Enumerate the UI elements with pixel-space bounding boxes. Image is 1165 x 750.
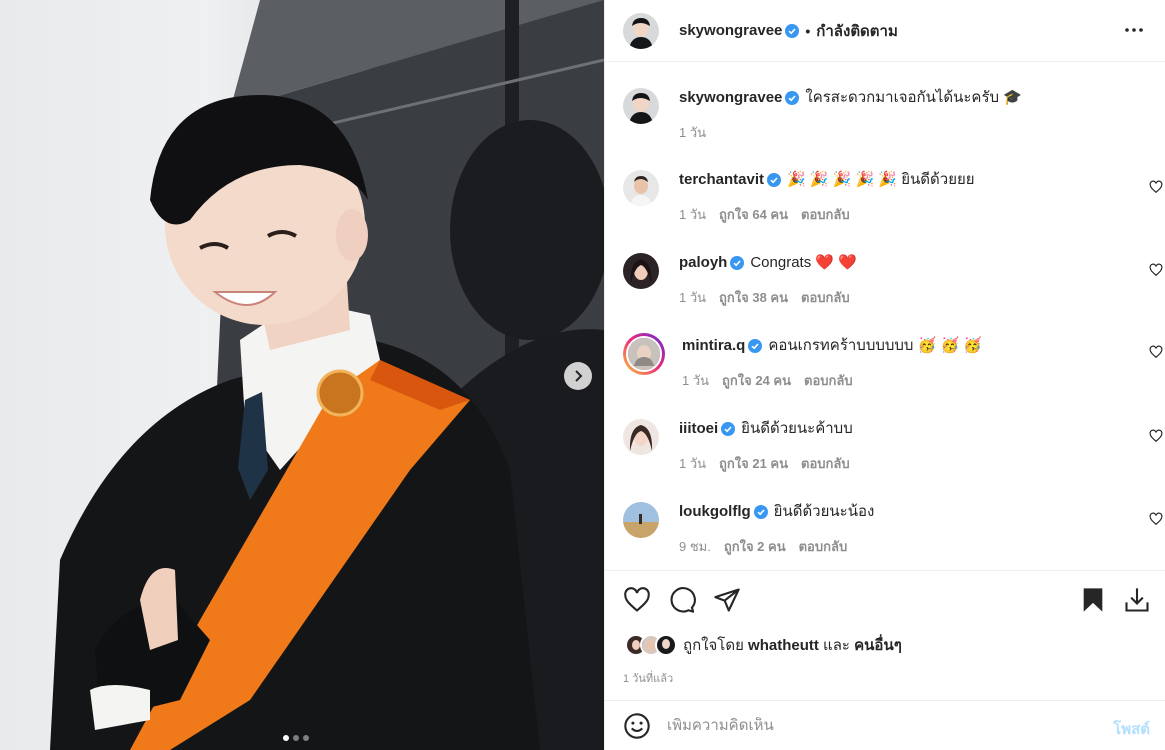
carousel-dot xyxy=(283,735,289,741)
heart-icon[interactable] xyxy=(1149,180,1163,194)
carousel-dot xyxy=(303,735,309,741)
comment-username[interactable]: loukgolflg xyxy=(679,502,751,522)
add-comment-bar: โพสต์ xyxy=(605,700,1165,750)
post-caption: skywongravee ใครสะดวกมาเจอกันได้นะครับ 🎓… xyxy=(623,88,1022,143)
commenter-avatar[interactable] xyxy=(623,170,659,206)
comment-username[interactable]: iiitoei xyxy=(679,419,718,439)
chevron-right-icon xyxy=(575,370,583,382)
post-timestamp: 1 วันที่แล้ว xyxy=(623,673,674,685)
share-icon[interactable] xyxy=(713,586,741,614)
header-separator: • xyxy=(805,22,811,39)
comment-icon[interactable] xyxy=(668,586,696,614)
reply-button[interactable]: ตอบกลับ xyxy=(801,453,850,474)
likes-prefix: ถูกใจโดย xyxy=(683,637,744,654)
download-icon[interactable] xyxy=(1123,586,1151,614)
likes-conjunction: และ xyxy=(823,637,850,654)
comment-time: 1 วัน xyxy=(679,290,707,305)
comment-text: 🎉 🎉 🎉 🎉 🎉 ยินดีด้วยยย xyxy=(787,171,975,188)
post-details-panel: skywongravee • กำลังติดตาม skywongravee xyxy=(604,0,1165,750)
comment-like-count[interactable]: ถูกใจ 64 คน xyxy=(719,204,788,225)
reply-button[interactable]: ตอบกลับ xyxy=(801,287,850,308)
comment-item: iiitoei ยินดีด้วยนะค้าบบ 1 วัน ถูกใจ 21 … xyxy=(623,419,1163,474)
comment-text: คอนเกรทคร้าบบบบบบ 🥳 🥳 🥳 xyxy=(768,337,982,354)
post-comment-button[interactable]: โพสต์ xyxy=(1113,717,1150,741)
author-avatar[interactable] xyxy=(623,12,659,49)
comment-item: loukgolflg ยินดีด้วยนะน้อง 9 ชม. ถูกใจ 2… xyxy=(623,502,1163,557)
heart-icon[interactable] xyxy=(1149,263,1163,277)
author-username[interactable]: skywongravee xyxy=(679,22,782,39)
commenter-avatar-story-ring[interactable] xyxy=(623,333,665,375)
heart-icon[interactable] xyxy=(1149,512,1163,526)
save-icon[interactable] xyxy=(1079,586,1107,614)
comment-like-count[interactable]: ถูกใจ 38 คน xyxy=(719,287,788,308)
verified-badge-icon xyxy=(753,505,768,519)
liker-username[interactable]: whatheutt xyxy=(748,637,819,654)
comment-time: 1 วัน xyxy=(679,207,707,222)
comment-text: Congrats ❤️ ❤️ xyxy=(750,254,857,271)
comment-item: terchantavit 🎉 🎉 🎉 🎉 🎉 ยินดีด้วยยย 1 วัน… xyxy=(623,170,1163,225)
heart-icon[interactable] xyxy=(1149,429,1163,443)
comment-like-count[interactable]: ถูกใจ 24 คน xyxy=(722,370,791,391)
post-header: skywongravee • กำลังติดตาม xyxy=(605,0,1165,62)
comments-list[interactable]: skywongravee ใครสะดวกมาเจอกันได้นะครับ 🎓… xyxy=(605,62,1165,570)
comment-text: ยินดีด้วยนะน้อง xyxy=(773,503,875,520)
verified-badge-icon xyxy=(785,91,800,105)
commenter-avatar[interactable] xyxy=(623,419,659,455)
heart-icon[interactable] xyxy=(1149,345,1163,359)
comment-username[interactable]: terchantavit xyxy=(679,170,764,190)
comment-username[interactable]: paloyh xyxy=(679,253,727,273)
verified-badge-icon xyxy=(721,422,736,436)
likes-others-link[interactable]: คนอื่นๆ xyxy=(854,633,902,657)
comment-time: 9 ชม. xyxy=(679,539,711,554)
liker-avatar xyxy=(655,634,677,656)
carousel-indicator xyxy=(283,735,309,741)
carousel-dot xyxy=(293,735,299,741)
comment-input[interactable] xyxy=(667,717,1087,734)
liker-avatars xyxy=(625,634,677,656)
reply-button[interactable]: ตอบกลับ xyxy=(801,204,850,225)
comment-item: paloyh Congrats ❤️ ❤️ 1 วัน ถูกใจ 38 คน … xyxy=(623,253,1163,308)
likes-summary[interactable]: ถูกใจโดย whatheutt และ คนอื่นๆ xyxy=(625,633,902,657)
caption-username[interactable]: skywongravee xyxy=(679,88,782,108)
heart-icon[interactable] xyxy=(623,586,651,614)
caption-text: ใครสะดวกมาเจอกันได้นะครับ 🎓 xyxy=(805,89,1022,106)
caption-time: 1 วัน xyxy=(679,125,707,140)
comment-time: 1 วัน xyxy=(682,373,710,388)
comment-time: 1 วัน xyxy=(679,456,707,471)
more-options-icon[interactable] xyxy=(1122,18,1146,42)
comment-like-count[interactable]: ถูกใจ 21 คน xyxy=(719,453,788,474)
author-avatar[interactable] xyxy=(623,88,659,124)
emoji-icon[interactable] xyxy=(623,712,651,740)
verified-badge-icon xyxy=(767,173,782,187)
following-button[interactable]: กำลังติดตาม xyxy=(816,19,898,43)
verified-badge-icon xyxy=(785,23,800,38)
carousel-next-button[interactable] xyxy=(564,362,592,390)
comment-text: ยินดีด้วยนะค้าบบ xyxy=(741,420,853,437)
comment-item: mintira.q คอนเกรทคร้าบบบบบบ 🥳 🥳 🥳 1 วัน … xyxy=(623,333,1163,391)
graduation-photo xyxy=(50,0,604,750)
comment-like-count[interactable]: ถูกใจ 2 คน xyxy=(724,536,786,557)
post-media[interactable] xyxy=(0,0,604,750)
post-actions: ถูกใจโดย whatheutt และ คนอื่นๆ 1 วันที่แ… xyxy=(605,570,1165,700)
reply-button[interactable]: ตอบกลับ xyxy=(799,536,848,557)
commenter-avatar[interactable] xyxy=(623,502,659,538)
commenter-avatar[interactable] xyxy=(623,253,659,289)
verified-badge-icon xyxy=(748,339,763,353)
verified-badge-icon xyxy=(730,256,745,270)
instagram-post: skywongravee • กำลังติดตาม skywongravee xyxy=(0,0,1165,750)
reply-button[interactable]: ตอบกลับ xyxy=(804,370,853,391)
comment-username[interactable]: mintira.q xyxy=(682,336,745,356)
